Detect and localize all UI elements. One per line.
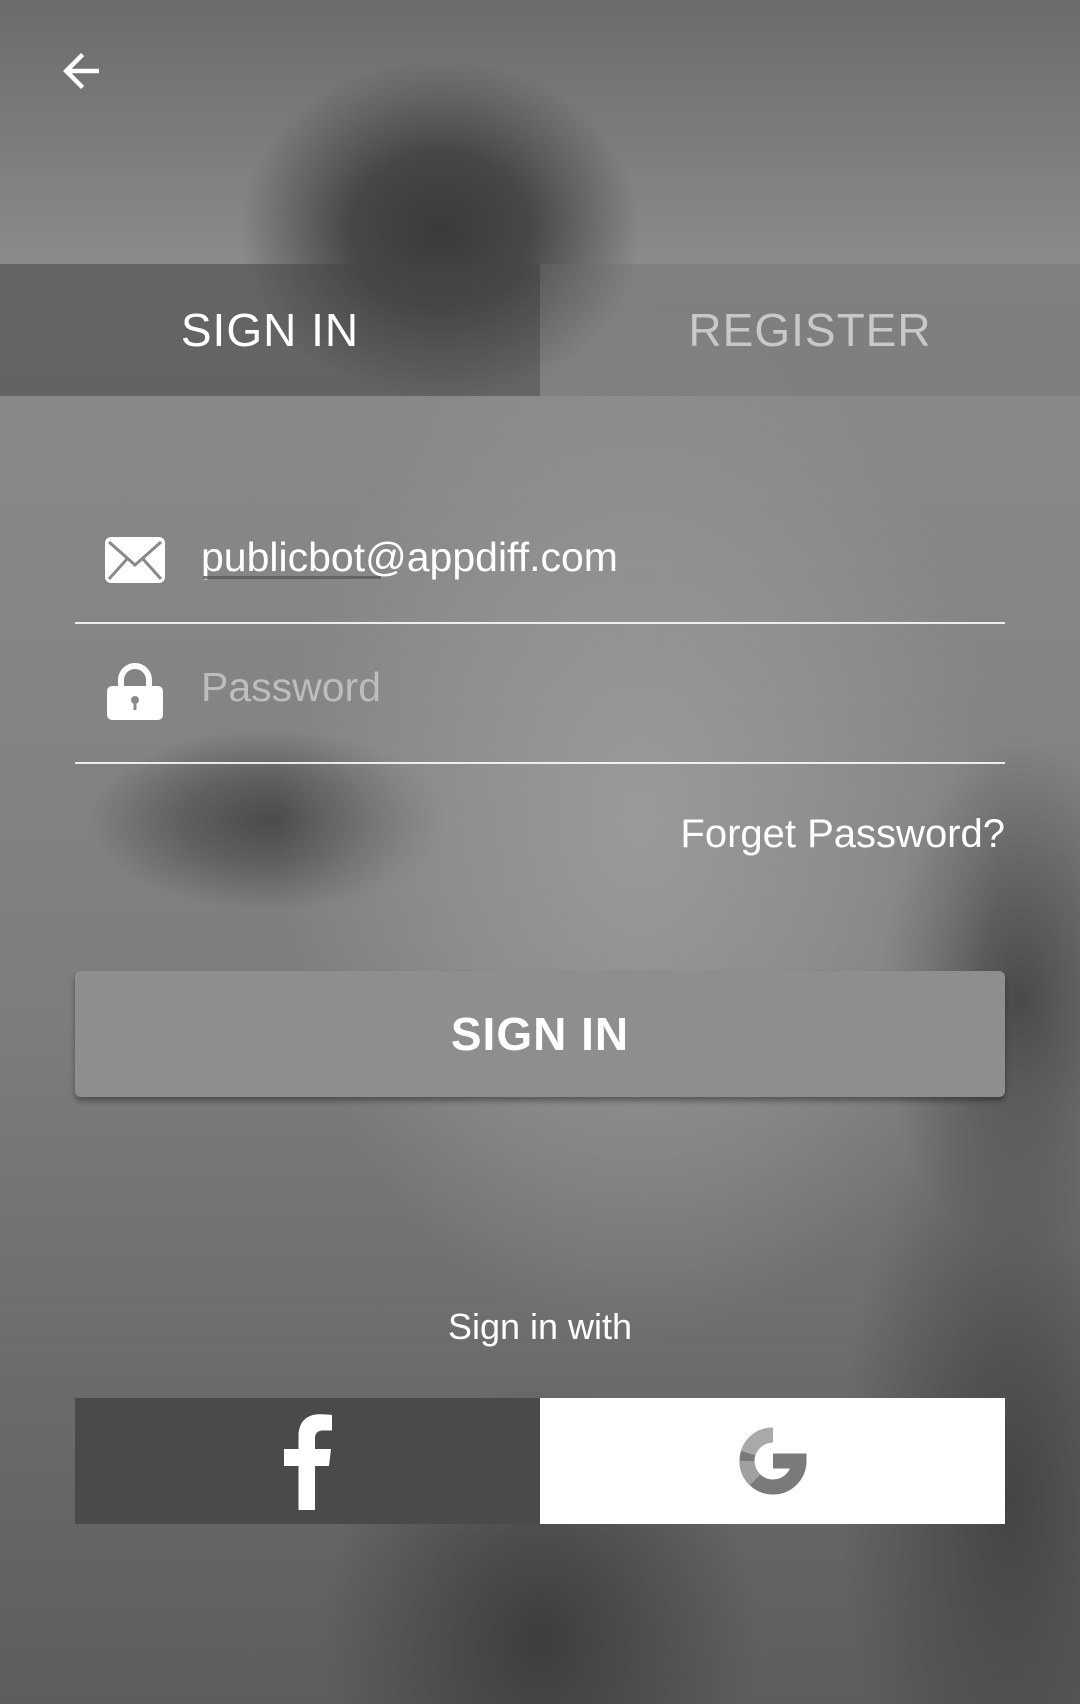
email-field bbox=[75, 494, 1005, 624]
forgot-password-link[interactable]: Forget Password? bbox=[680, 812, 1005, 857]
google-login-button[interactable] bbox=[540, 1398, 1005, 1524]
social-login bbox=[75, 1398, 1005, 1524]
sign-in-with-label: Sign in with bbox=[447, 1306, 633, 1347]
sign-in-button[interactable]: SIGN IN bbox=[75, 971, 1005, 1097]
password-input[interactable] bbox=[201, 642, 991, 732]
tab-register[interactable]: REGISTER bbox=[540, 264, 1080, 396]
password-field bbox=[75, 634, 1005, 764]
spellcheck-underline bbox=[203, 576, 381, 579]
arrow-left-icon bbox=[63, 53, 99, 89]
envelope-icon bbox=[105, 537, 165, 583]
tab-sign-in[interactable]: SIGN IN bbox=[0, 264, 540, 396]
google-icon bbox=[739, 1427, 807, 1495]
lock-icon bbox=[107, 663, 163, 720]
facebook-icon bbox=[283, 1414, 332, 1510]
auth-tabs: SIGN IN REGISTER bbox=[0, 264, 1080, 396]
email-input[interactable] bbox=[201, 512, 991, 602]
facebook-login-button[interactable] bbox=[75, 1398, 540, 1524]
back-button[interactable] bbox=[50, 40, 112, 102]
